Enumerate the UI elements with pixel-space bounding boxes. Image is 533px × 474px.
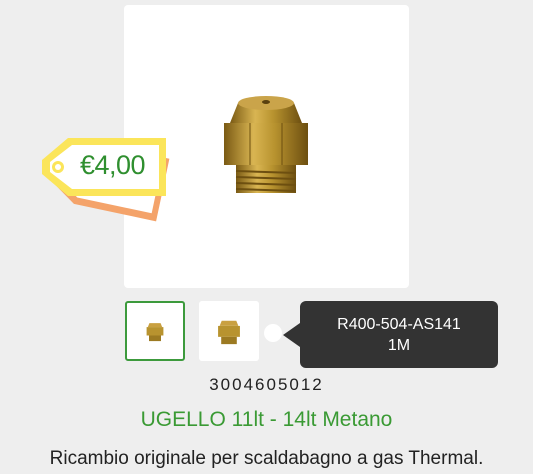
- tooltip-code-line2: 1M: [387, 336, 411, 354]
- product-code-tooltip: R400-504-AS141 1M: [283, 301, 498, 368]
- brass-nozzle-thumbnail: [218, 320, 240, 345]
- brass-nozzle-image: [224, 96, 308, 193]
- product-price: €4,00: [80, 150, 146, 180]
- product-sku: 3004605012: [209, 375, 324, 394]
- thumbnail-dot[interactable]: [264, 324, 282, 342]
- thumbnail-1-selected[interactable]: [125, 301, 185, 361]
- product-description: Ricambio originale per scaldabagno a gas…: [49, 448, 484, 469]
- thumbnail-2[interactable]: [199, 301, 259, 361]
- brass-nozzle-thumbnail: [146, 323, 164, 342]
- product-title[interactable]: UGELLO 11lt - 14lt Metano: [0, 408, 533, 432]
- tooltip-code-line1: R400-504-AS141: [337, 315, 461, 333]
